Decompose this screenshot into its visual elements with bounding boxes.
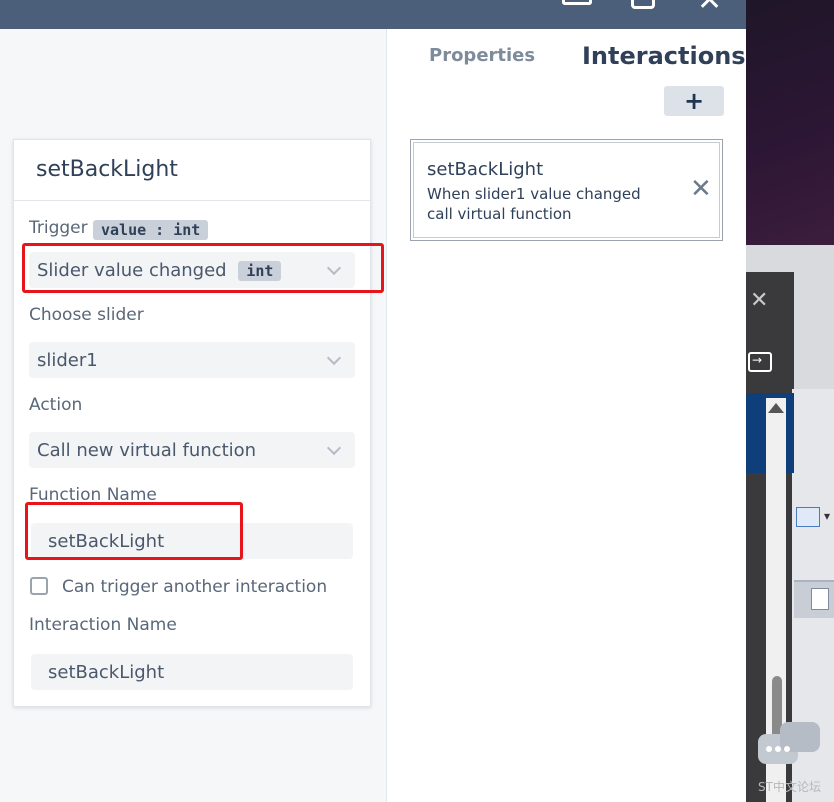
toolbar-icon[interactable] [796,507,820,527]
interaction-card-title: setBackLight [427,159,544,180]
chevron-down-icon [326,350,342,366]
can-trigger-label[interactable]: Can trigger another interaction [62,577,327,597]
add-interaction-button[interactable]: + [664,86,724,116]
slider-select-value: slider1 [37,350,98,371]
remove-interaction-icon[interactable]: ✕ [690,176,712,202]
document-icon [811,588,829,610]
window-titlebar: ✕ [0,0,746,29]
tab-properties[interactable]: Properties [429,45,535,66]
scroll-up-icon[interactable] [768,403,784,413]
dropdown-arrow-icon[interactable]: ▾ [824,509,830,523]
chevron-down-icon [326,440,342,456]
can-trigger-checkbox[interactable] [30,577,48,595]
slider-select[interactable]: slider1 [29,342,355,378]
interaction-card-trigger-text: When slider1 value changed [427,185,641,203]
tab-interactions[interactable]: Interactions [582,42,746,70]
highlight-box-trigger [22,243,384,293]
action-select[interactable]: Call new virtual function [29,432,355,468]
close-icon[interactable]: ✕ [750,288,768,313]
highlight-box-function-name [25,502,243,560]
choose-slider-label: Choose slider [29,305,144,325]
action-label: Action [29,395,83,415]
action-select-value: Call new virtual function [37,440,257,461]
close-icon[interactable]: ✕ [697,0,722,16]
divider [14,200,370,201]
editor-title: setBackLight [36,157,178,182]
interaction-card-action-text: call virtual function [427,205,572,223]
minimize-icon[interactable] [562,0,592,5]
trigger-label: Trigger [29,218,88,238]
trigger-type-badge: value : int [93,220,209,240]
arrow-right-icon: → [752,353,763,367]
maximize-icon[interactable] [631,0,655,9]
watermark: ST中文论坛 [758,780,821,794]
interaction-name-label: Interaction Name [29,615,177,635]
chat-icon [758,722,820,764]
interaction-name-input[interactable]: setBackLight [31,654,353,690]
desktop-background [746,0,834,245]
